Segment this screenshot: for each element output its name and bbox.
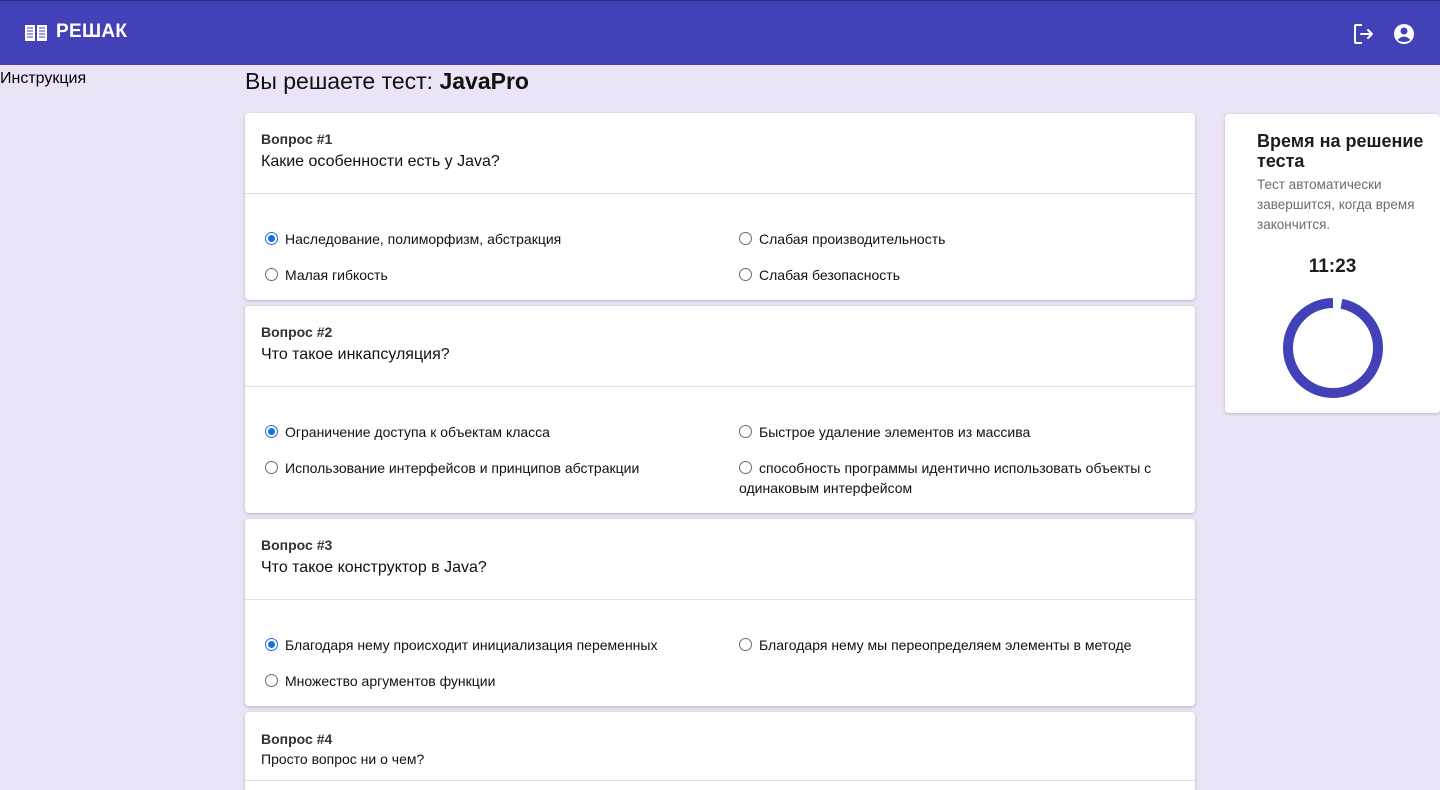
timer-progress-arc — [1283, 298, 1383, 398]
question-text: Просто вопрос ни о чем? — [261, 751, 425, 767]
question-text: Что такое конструктор в Java? — [261, 559, 487, 576]
answer-label: Множество аргументов функции — [285, 673, 496, 689]
answer-option[interactable]: Благодаря нему мы переопределяем элемент… — [739, 635, 1179, 655]
brand-name: РЕШАК — [56, 21, 128, 42]
top-app-bar: РЕШАК — [0, 0, 1440, 65]
answer-option[interactable]: Ограничение доступа к объектам класса — [265, 422, 550, 442]
logout-icon[interactable] — [1352, 22, 1376, 46]
answer-option[interactable]: Быстрое удаление элементов из массива — [739, 422, 1179, 442]
answer-label: способность программы идентично использо… — [739, 460, 1152, 496]
brand[interactable]: РЕШАК — [24, 21, 127, 43]
radio-button[interactable] — [265, 638, 278, 651]
answer-label: Слабая производительность — [759, 231, 946, 247]
account-circle-icon[interactable] — [1392, 22, 1416, 46]
radio-button[interactable] — [265, 674, 278, 687]
question-number: Вопрос #3 — [261, 537, 333, 553]
radio-button[interactable] — [739, 638, 752, 651]
timer-card: Время на решение теста Тест автоматическ… — [1225, 114, 1440, 413]
test-name: JavaPro — [439, 68, 529, 94]
radio-button[interactable] — [265, 425, 278, 438]
question-number: Вопрос #2 — [261, 324, 333, 340]
timer-subtitle: Тест автоматически завершится, когда вре… — [1257, 177, 1415, 232]
book-icon — [25, 25, 47, 41]
answer-option[interactable]: Наследование, полиморфизм, абстракция — [265, 229, 561, 249]
answer-label: Использование интерфейсов и принципов аб… — [285, 460, 640, 476]
timer-title: Время на решение теста — [1257, 131, 1424, 171]
page-title-prefix: Вы решаете тест: — [245, 68, 434, 94]
answer-option[interactable]: Слабая безопасность — [739, 265, 1179, 285]
answer-label: Слабая безопасность — [759, 267, 900, 283]
answer-option[interactable]: Малая гибкость — [265, 265, 388, 285]
answer-label: Благодаря нему происходит инициализация … — [285, 637, 658, 653]
radio-button[interactable] — [265, 232, 278, 245]
answer-option[interactable]: способность программы идентично использо… — [739, 458, 1179, 498]
answer-option[interactable]: Использование интерфейсов и принципов аб… — [265, 458, 639, 478]
question-number: Вопрос #4 — [261, 731, 333, 747]
question-card-3: Вопрос #3 Что такое конструктор в Java? … — [245, 519, 1195, 706]
answer-label: Благодаря нему мы переопределяем элемент… — [759, 637, 1132, 653]
answer-option[interactable]: Множество аргументов функции — [265, 671, 495, 691]
question-card-1: Вопрос #1 Какие особенности есть у Java?… — [245, 113, 1195, 300]
question-card-4: Вопрос #4 Просто вопрос ни о чем? — [245, 712, 1195, 790]
question-card-2: Вопрос #2 Что такое инкапсуляция? Ограни… — [245, 306, 1195, 513]
page-title: Вы решаете тест: JavaPro — [245, 68, 529, 95]
instruction-link[interactable]: Инструкция — [0, 70, 86, 88]
radio-button[interactable] — [739, 425, 752, 438]
answer-option[interactable]: Благодаря нему происходит инициализация … — [265, 635, 657, 655]
answer-label: Наследование, полиморфизм, абстракция — [285, 231, 562, 247]
answer-label: Быстрое удаление элементов из массива — [759, 424, 1031, 440]
answer-label: Ограничение доступа к объектам класса — [285, 424, 550, 440]
question-number: Вопрос #1 — [261, 131, 333, 147]
timer-countdown: 11:23 — [1308, 256, 1357, 277]
question-text: Какие особенности есть у Java? — [261, 153, 500, 170]
answer-option[interactable]: Слабая производительность — [739, 229, 1179, 249]
radio-button[interactable] — [739, 268, 752, 281]
radio-button[interactable] — [739, 232, 752, 245]
radio-button[interactable] — [265, 268, 278, 281]
timer-progress-ring — [1283, 298, 1383, 398]
answer-label: Малая гибкость — [285, 267, 388, 283]
question-text: Что такое инкапсуляция? — [261, 346, 450, 363]
radio-button[interactable] — [739, 461, 752, 474]
radio-button[interactable] — [265, 461, 278, 474]
